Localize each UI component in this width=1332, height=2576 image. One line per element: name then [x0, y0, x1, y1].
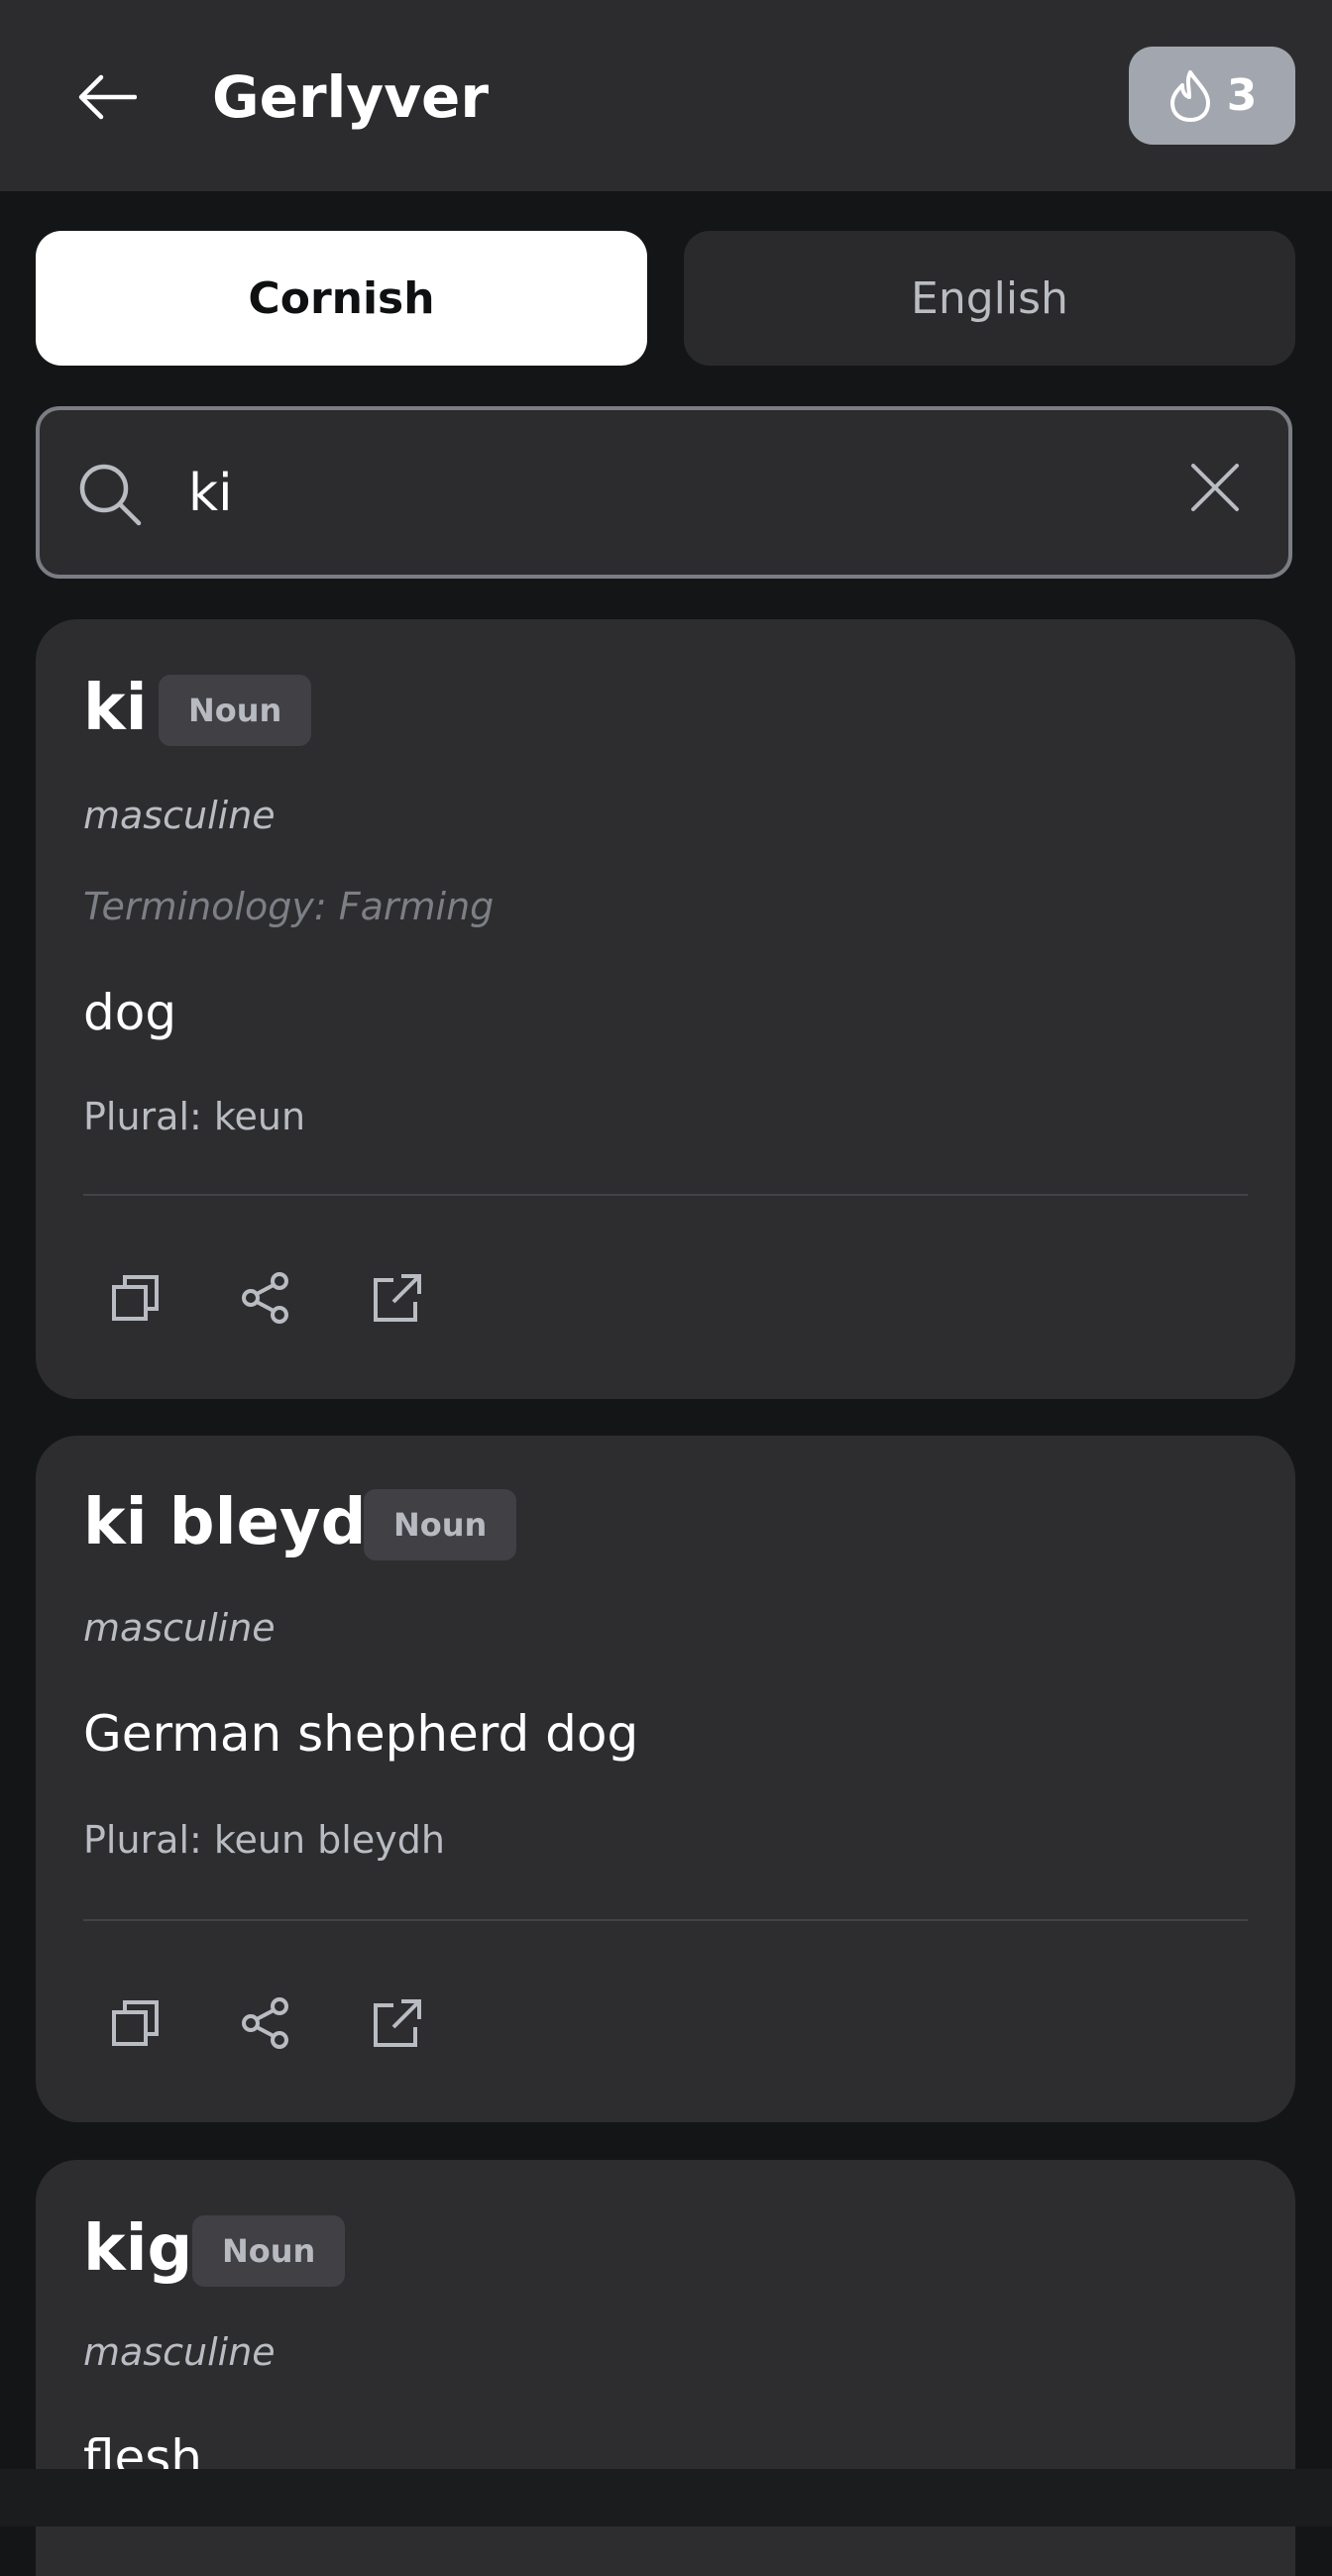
plural: Plural: keun bleydh	[83, 1818, 445, 1862]
gender: masculine	[83, 794, 276, 837]
tab-cornish[interactable]: Cornish	[36, 231, 647, 366]
streak-count: 3	[1226, 70, 1258, 121]
pos-badge: Noun	[192, 2215, 346, 2287]
search-input[interactable]: ki	[188, 454, 233, 533]
copy-button[interactable]	[91, 1253, 180, 1342]
app-bar: Gerlyver 3	[0, 0, 1332, 191]
share-button[interactable]	[222, 1979, 311, 2068]
copy-icon	[112, 2000, 159, 2046]
terminology: Terminology: Farming	[83, 885, 495, 928]
divider	[83, 1194, 1248, 1196]
search-field[interactable]: ki	[36, 406, 1292, 579]
share-button[interactable]	[222, 1253, 311, 1342]
streak-badge[interactable]: 3	[1129, 47, 1295, 145]
arrow-left-icon	[78, 74, 137, 120]
headword: kig	[83, 2212, 193, 2286]
gender: masculine	[83, 2330, 276, 2374]
result-card: ki Noun masculine Terminology: Farming d…	[36, 619, 1295, 1399]
open-external-button[interactable]	[353, 1253, 442, 1342]
pos-badge: Noun	[364, 1489, 517, 1560]
gender: masculine	[83, 1606, 276, 1650]
flame-icon	[1169, 69, 1210, 122]
bottom-bar	[0, 2469, 1332, 2526]
headword: ki	[83, 672, 148, 745]
plural: Plural: keun	[83, 1095, 306, 1138]
copy-button[interactable]	[91, 1979, 180, 2068]
result-card: ki bleydh Noun masculine German shepherd…	[36, 1436, 1295, 2122]
open-external-button[interactable]	[353, 1979, 442, 2068]
open-external-icon	[374, 1274, 421, 1322]
pos-badge: Noun	[159, 675, 312, 746]
open-external-icon	[374, 1999, 421, 2047]
tab-english[interactable]: English	[684, 231, 1295, 366]
back-button[interactable]	[59, 54, 155, 140]
translation: German shepherd dog	[83, 1705, 639, 1763]
close-icon[interactable]	[1189, 462, 1241, 513]
page-title: Gerlyver	[212, 63, 489, 131]
share-icon	[242, 1997, 288, 2049]
divider	[83, 1919, 1248, 1921]
translation: dog	[83, 984, 177, 1041]
search-icon	[79, 464, 142, 526]
share-icon	[242, 1272, 288, 1324]
headword: ki bleydh	[83, 1486, 412, 1559]
copy-icon	[112, 1275, 159, 1321]
